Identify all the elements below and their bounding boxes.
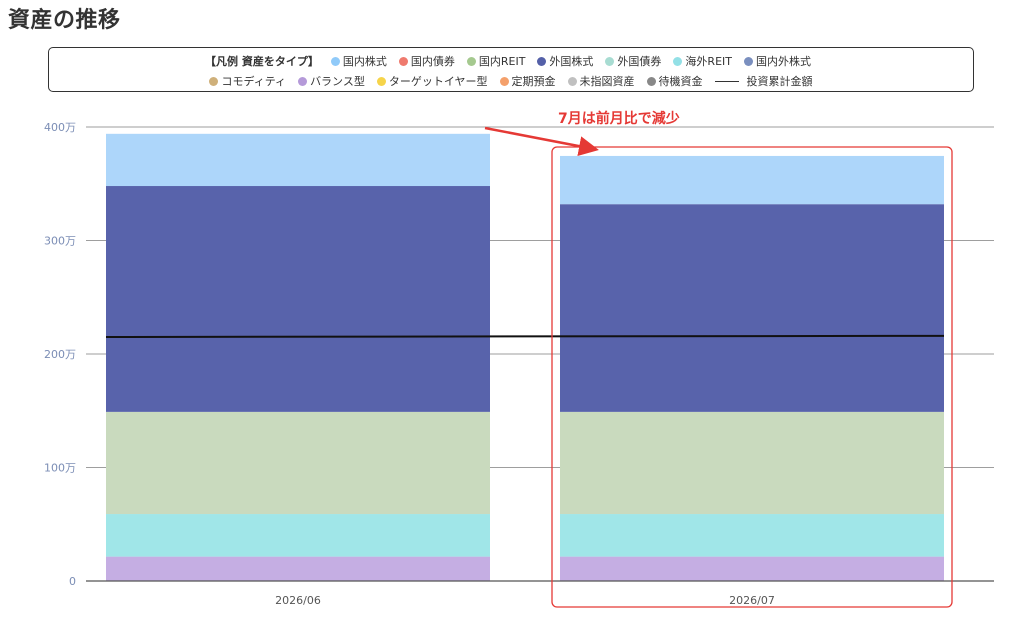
bar-segment	[106, 133, 490, 187]
annotation-arrow	[484, 126, 599, 156]
y-tick-label: 300万	[44, 235, 76, 248]
bar-segment	[106, 186, 490, 412]
cumulative-investment-line	[105, 334, 945, 338]
y-tick-label: 200万	[44, 348, 76, 361]
x-tick-label: 2026/06	[275, 594, 321, 607]
bar-segment	[106, 556, 490, 581]
bar-segment	[560, 514, 944, 557]
y-tick-label: 400万	[44, 121, 76, 134]
bar-segment	[560, 155, 944, 205]
stacked-bar-chart: 0 100万 200万 300万 400万 2026/06 2026/07 7月は前月比で減少	[44, 110, 994, 608]
annotation-text: 7月は前月比で減少	[558, 110, 680, 127]
y-tick-label: 0	[69, 575, 76, 588]
x-tick-label: 2026/07	[729, 594, 775, 607]
bar-segment	[106, 411, 490, 515]
y-tick-label: 100万	[44, 462, 76, 475]
bar-segment	[560, 411, 944, 515]
bar-segment	[560, 556, 944, 581]
bar-segment	[560, 204, 944, 412]
bar-segment	[106, 514, 490, 557]
